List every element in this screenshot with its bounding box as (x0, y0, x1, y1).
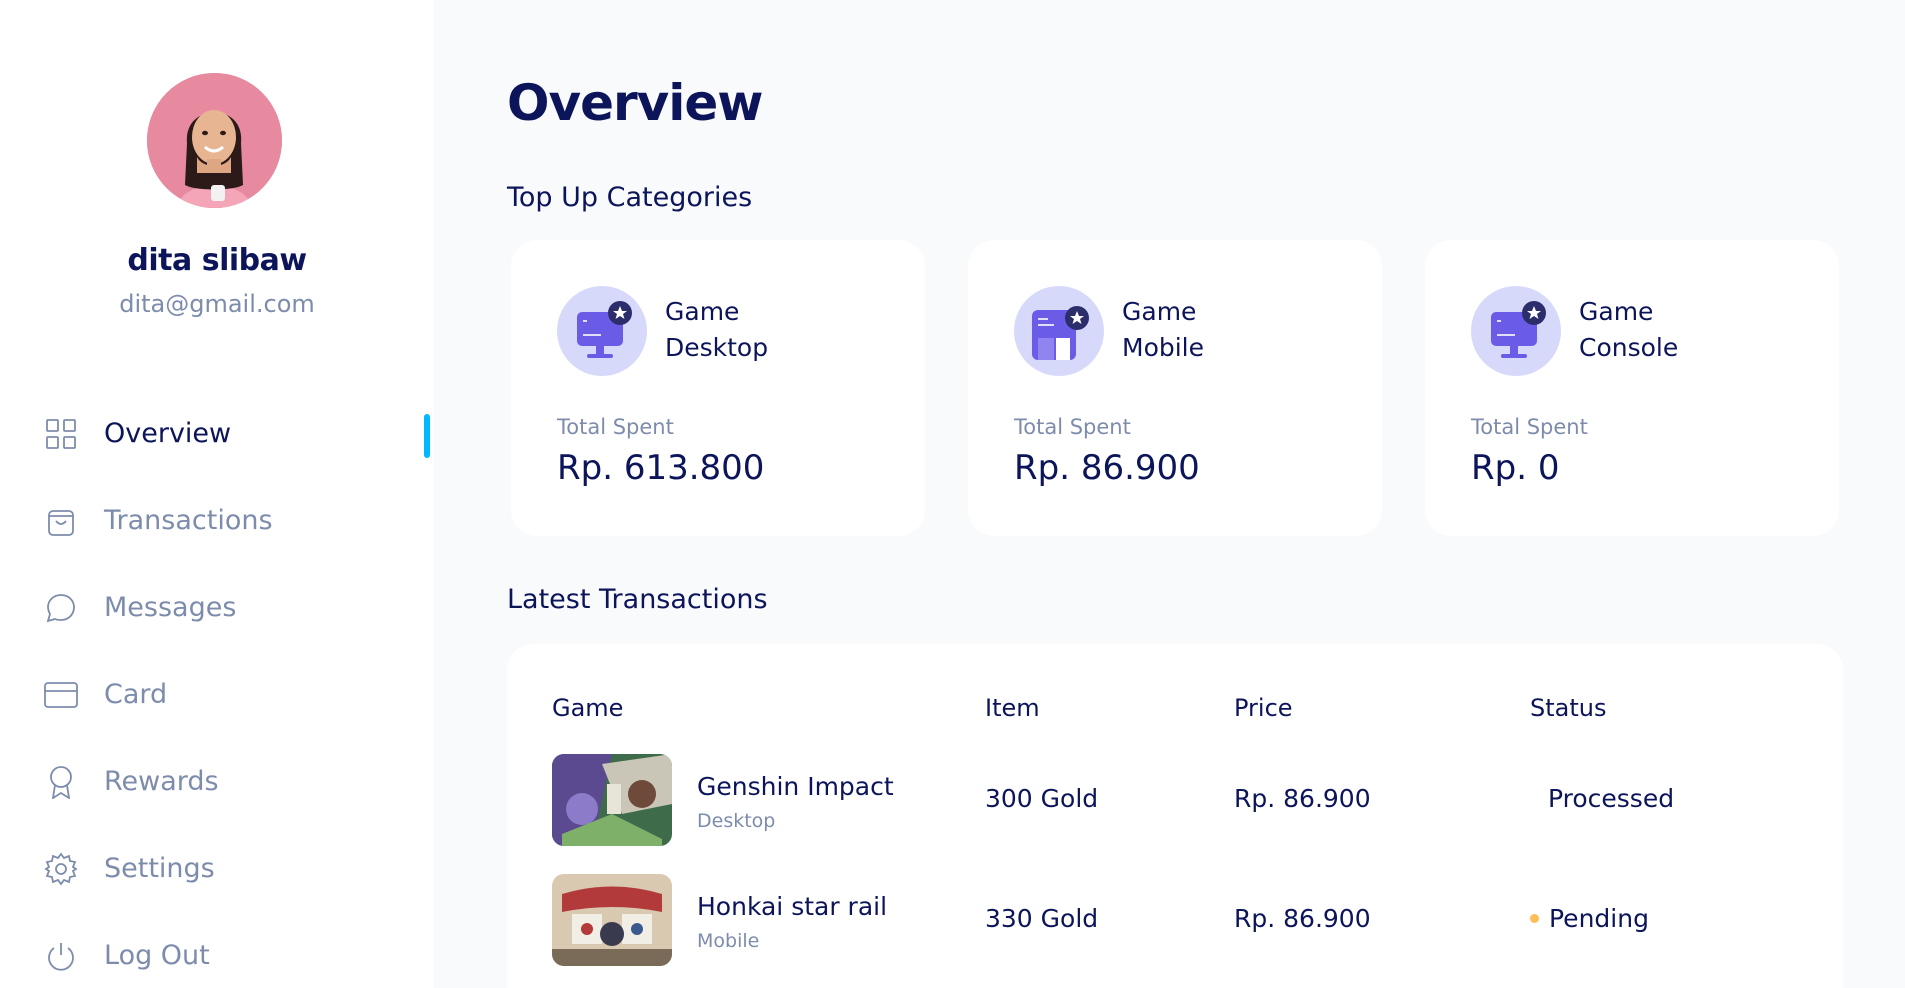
nav-label: Log Out (104, 940, 210, 971)
gear-icon (44, 852, 78, 886)
sidebar: dita slibaw dita@gmail.com Overview Tran… (0, 0, 434, 988)
column-header-price[interactable]: Price (1234, 694, 1293, 722)
transactions-table: Game Item Price Status Genshin Impact De… (507, 644, 1843, 988)
category-label: Game Console (1579, 294, 1799, 366)
nav-item-logout[interactable]: Log Out (0, 912, 434, 988)
profile-email: dita@gmail.com (119, 290, 315, 318)
nav-label: Messages (104, 592, 237, 623)
category-line1: Game (665, 297, 740, 326)
sidebar-nav: Overview Transactions Messages Card Rewa… (0, 390, 434, 988)
status-text: Pending (1549, 904, 1649, 933)
power-icon (44, 939, 78, 973)
category-line1: Game (1579, 297, 1654, 326)
category-line2: Console (1579, 333, 1679, 362)
category-line1: Game (1122, 297, 1197, 326)
app-root: dita slibaw dita@gmail.com Overview Tran… (0, 0, 1905, 988)
nav-item-transactions[interactable]: Transactions (0, 477, 434, 564)
game-thumbnail (552, 874, 672, 966)
price-value: Rp. 86.900 (1234, 904, 1371, 933)
category-card-desktop[interactable]: Game Desktop Total Spent Rp. 613.800 (511, 240, 925, 536)
total-spent-label: Total Spent (557, 415, 674, 439)
table-row[interactable]: Honkai star rail Mobile 330 Gold Rp. 86.… (507, 874, 1843, 966)
categories-row: Game Desktop Total Spent Rp. 613.800 Gam… (511, 240, 1847, 536)
column-header-item[interactable]: Item (985, 694, 1040, 722)
game-platform: Mobile (697, 930, 760, 952)
item-value: 330 Gold (985, 904, 1099, 933)
game-platform: Desktop (697, 810, 776, 832)
status-text: Processed (1548, 784, 1675, 813)
nav-label: Rewards (104, 766, 219, 797)
total-spent-label: Total Spent (1471, 415, 1588, 439)
price-value: Rp. 86.900 (1234, 784, 1371, 813)
credit-card-icon (44, 678, 78, 712)
category-line2: Desktop (665, 333, 769, 362)
column-header-game[interactable]: Game (552, 694, 623, 722)
shopping-bag-icon (44, 504, 78, 538)
nav-item-settings[interactable]: Settings (0, 825, 434, 912)
game-name: Honkai star rail (697, 892, 888, 921)
total-spent-value: Rp. 613.800 (557, 448, 765, 488)
nav-item-messages[interactable]: Messages (0, 564, 434, 651)
transactions-title: Latest Transactions (507, 584, 768, 615)
total-spent-value: Rp. 0 (1471, 448, 1560, 488)
table-row[interactable]: Genshin Impact Desktop 300 Gold Rp. 86.9… (507, 754, 1843, 846)
status-dot-icon (1530, 914, 1539, 923)
item-value: 300 Gold (985, 784, 1099, 813)
mobile-phone-icon (1014, 286, 1104, 376)
status-badge: Pending (1530, 904, 1649, 933)
category-label: Game Mobile (1122, 294, 1342, 366)
main-content: Overview Top Up Categories Game Desktop … (507, 0, 1847, 988)
category-line2: Mobile (1122, 333, 1205, 362)
category-card-console[interactable]: Game Console Total Spent Rp. 0 (1425, 240, 1839, 536)
column-header-status[interactable]: Status (1530, 694, 1606, 722)
nav-item-overview[interactable]: Overview (0, 390, 434, 477)
nav-item-rewards[interactable]: Rewards (0, 738, 434, 825)
nav-label: Card (104, 679, 168, 710)
grid-icon (44, 417, 78, 451)
total-spent-value: Rp. 86.900 (1014, 448, 1200, 488)
game-thumbnail (552, 754, 672, 846)
game-name: Genshin Impact (697, 772, 894, 801)
category-label: Game Desktop (665, 294, 885, 366)
profile-name: dita slibaw (127, 243, 307, 278)
avatar[interactable] (147, 73, 282, 208)
status-badge: Processed (1548, 784, 1674, 813)
active-indicator (424, 414, 430, 458)
category-card-mobile[interactable]: Game Mobile Total Spent Rp. 86.900 (968, 240, 1382, 536)
nav-label: Transactions (104, 505, 273, 536)
total-spent-label: Total Spent (1014, 415, 1131, 439)
nav-item-card[interactable]: Card (0, 651, 434, 738)
categories-title: Top Up Categories (507, 182, 753, 213)
nav-label: Overview (104, 418, 232, 449)
award-ribbon-icon (44, 765, 78, 799)
desktop-monitor-icon (557, 286, 647, 376)
desktop-monitor-icon (1471, 286, 1561, 376)
nav-label: Settings (104, 853, 215, 884)
page-title: Overview (507, 74, 764, 132)
chat-bubble-icon (44, 591, 78, 625)
